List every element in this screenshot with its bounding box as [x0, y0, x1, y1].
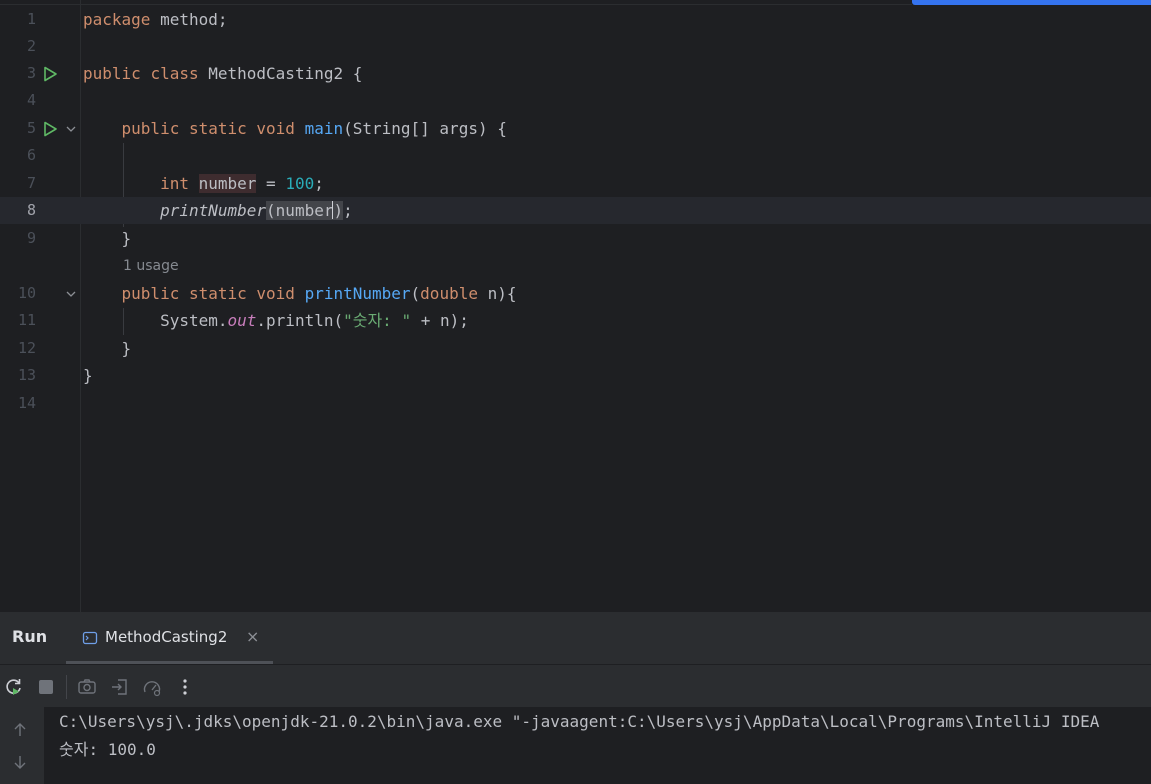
variable-highlight: number: [198, 174, 257, 193]
code-line-1[interactable]: 1 package method;: [0, 6, 1151, 33]
code-text: package method;: [83, 10, 228, 29]
line-number: 1: [26, 10, 36, 28]
code-line-11[interactable]: 11 System.out.println("숫자: " + n);: [0, 307, 1151, 334]
more-vertical-icon[interactable]: [175, 677, 195, 697]
code-text: }: [83, 366, 93, 385]
console-line-command: C:\Users\ysj\.jdks\openjdk-21.0.2\bin\ja…: [59, 712, 1100, 731]
tab-label: MethodCasting2: [105, 628, 228, 646]
code-line-8[interactable]: 8 printNumber(number);: [0, 197, 1151, 224]
arrow-up-icon[interactable]: [12, 722, 28, 738]
line-number: 10: [17, 284, 36, 302]
paren-highlight: (: [266, 201, 276, 220]
line-number: 3: [26, 64, 36, 82]
code-line-14[interactable]: 14: [0, 390, 1151, 417]
code-line-12[interactable]: 12 }: [0, 335, 1151, 362]
run-triangle-icon[interactable]: [42, 121, 58, 137]
line-number: 2: [26, 37, 36, 55]
close-icon[interactable]: ×: [246, 627, 259, 646]
line-number: 11: [17, 311, 36, 329]
run-header: Run MethodCasting2 ×: [0, 612, 1151, 664]
line-number: 14: [17, 394, 36, 412]
code-line-13[interactable]: 13 }: [0, 362, 1151, 389]
console-icon: [82, 631, 98, 645]
gauge-icon[interactable]: [142, 677, 162, 697]
usage-hint[interactable]: 1 usage: [123, 253, 179, 280]
line-number: 5: [26, 119, 36, 137]
code-text: printNumber(number);: [160, 201, 353, 220]
console-output[interactable]: C:\Users\ysj\.jdks\openjdk-21.0.2\bin\ja…: [0, 707, 1151, 784]
toolbar-divider: [66, 675, 67, 699]
tab-methodcasting2[interactable]: MethodCasting2 ×: [66, 612, 273, 664]
line-number: 7: [26, 174, 36, 192]
code-text: public class MethodCasting2 {: [83, 64, 363, 83]
code-line-6[interactable]: 6: [0, 142, 1151, 169]
code-line-7[interactable]: 7 int number = 100;: [0, 170, 1151, 197]
editor-top-border: [0, 4, 912, 5]
line-number: 4: [26, 91, 36, 109]
line-number: 6: [26, 146, 36, 164]
line-number: 8: [26, 201, 36, 219]
code-line-5[interactable]: 5 public static void main(String[] args)…: [0, 115, 1151, 142]
code-line-3[interactable]: 3 public class MethodCasting2 {: [0, 60, 1151, 87]
rerun-icon[interactable]: [4, 677, 24, 697]
console-line-output: 숫자: 100.0: [59, 740, 156, 759]
run-triangle-icon[interactable]: [42, 66, 58, 82]
arrow-down-icon[interactable]: [12, 754, 28, 770]
line-number: 9: [26, 229, 36, 247]
paren-highlight: ): [333, 201, 344, 220]
run-toolbar: [0, 665, 1151, 707]
code-line-9[interactable]: 9 }: [0, 225, 1151, 252]
run-panel-title: Run: [12, 627, 48, 646]
stop-icon[interactable]: [36, 677, 56, 697]
code-text: }: [121, 339, 132, 358]
chevron-down-icon[interactable]: [65, 123, 77, 135]
code-line-10[interactable]: 10 public static void printNumber(double…: [0, 280, 1151, 307]
code-text: public static void main(String[] args) {: [121, 119, 507, 138]
code-line-4[interactable]: 4: [0, 87, 1151, 114]
editor-tab-accent: [912, 0, 1151, 5]
restore-layout-icon[interactable]: [110, 677, 130, 697]
camera-icon[interactable]: [77, 677, 97, 697]
code-text: System.out.println("숫자: " + n);: [160, 311, 469, 330]
code-text: public static void printNumber(double n)…: [121, 284, 517, 303]
chevron-down-icon[interactable]: [65, 288, 77, 300]
code-editor[interactable]: 1 package method; 2 3 public class Metho…: [0, 0, 1151, 612]
code-text: }: [121, 229, 132, 248]
code-line-2[interactable]: 2: [0, 33, 1151, 60]
console-gutter: [0, 707, 44, 784]
line-number: 12: [17, 339, 36, 357]
line-number: 13: [17, 366, 36, 384]
code-text: int number = 100;: [160, 174, 324, 193]
run-tool-window: Run MethodCasting2 × C:\Users\ysj\.jdks\…: [0, 612, 1151, 784]
